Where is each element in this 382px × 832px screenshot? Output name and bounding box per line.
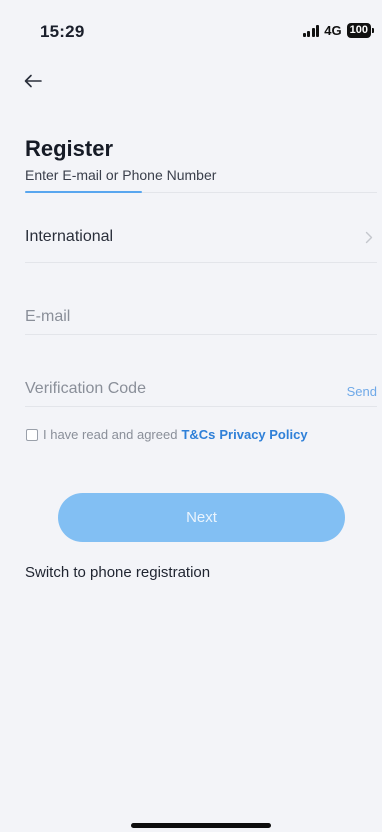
send-code-button[interactable]: Send: [347, 384, 377, 399]
email-row: [25, 296, 377, 335]
privacy-policy-link[interactable]: Privacy Policy: [219, 427, 307, 442]
battery-icon: 100: [346, 23, 374, 38]
back-button[interactable]: [24, 68, 54, 94]
subtitle-tab: Enter E-mail or Phone Number: [25, 167, 217, 183]
page-title: Register: [25, 136, 114, 161]
agree-checkbox[interactable]: [26, 428, 38, 441]
chevron-right-icon: [365, 231, 373, 244]
arrow-left-icon: [24, 74, 42, 88]
country-label: International: [25, 228, 114, 245]
verification-code-input[interactable]: [25, 380, 315, 398]
verification-code-row: Send: [25, 368, 377, 407]
country-selector[interactable]: International: [25, 215, 377, 263]
home-indicator: [131, 823, 271, 828]
signal-icon: [302, 24, 320, 37]
network-label: 4G: [324, 23, 342, 38]
status-indicators: 4G 100: [302, 23, 374, 38]
battery-level: 100: [346, 23, 371, 38]
status-time: 15:29: [40, 22, 85, 41]
agreement-row: I have read and agreed T&Cs Privacy Poli…: [26, 427, 308, 442]
active-tab-indicator: [25, 191, 142, 193]
email-input[interactable]: [25, 308, 315, 326]
status-bar: 15:29 4G 100: [0, 0, 382, 60]
switch-to-phone-link[interactable]: Switch to phone registration: [25, 564, 210, 581]
next-button[interactable]: Next: [58, 493, 345, 542]
terms-link[interactable]: T&Cs: [181, 427, 215, 442]
agreement-text: I have read and agreed: [43, 427, 178, 442]
